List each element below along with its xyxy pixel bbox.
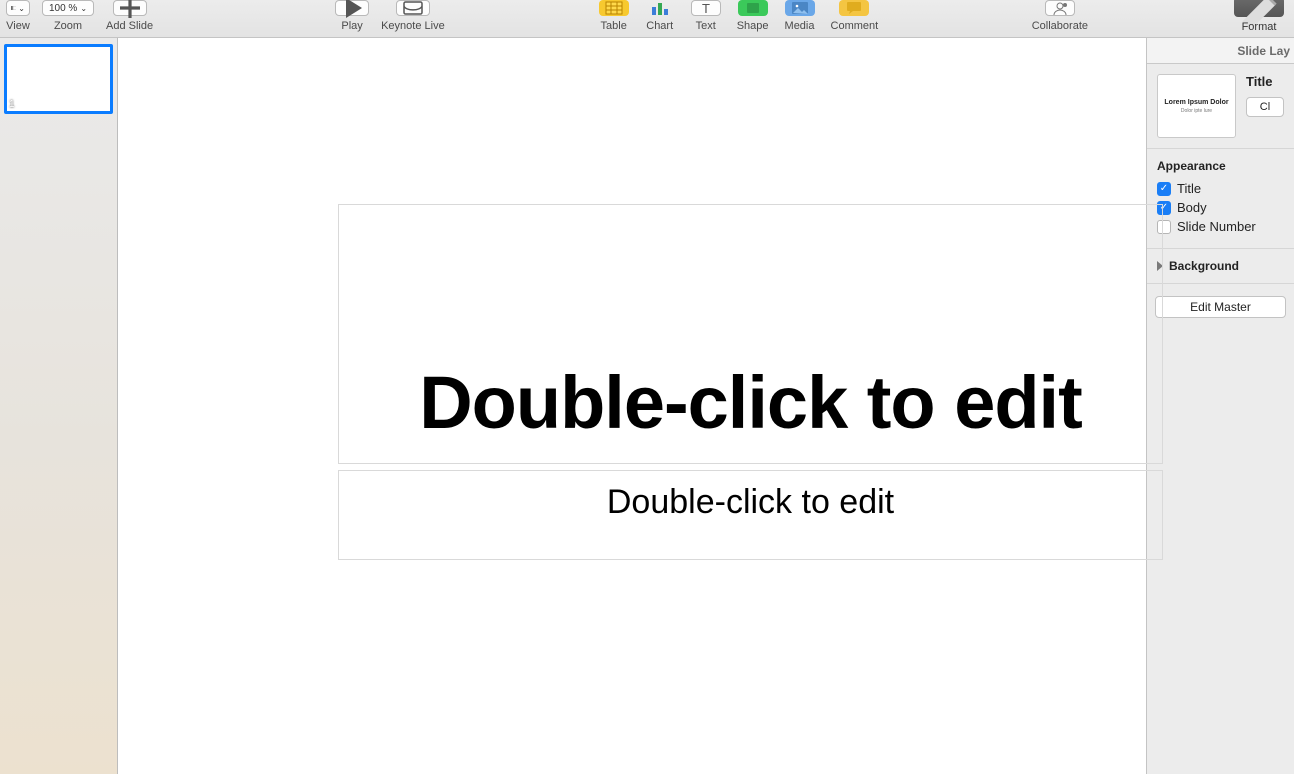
zoom-value: 100 % — [49, 3, 77, 14]
comment-icon — [845, 1, 863, 15]
format-group: Format — [1226, 0, 1294, 33]
slide-number-toggle-label: Slide Number — [1177, 219, 1256, 234]
appearance-header: Appearance — [1157, 159, 1284, 173]
body-placeholder[interactable]: Double-click to edit — [338, 470, 1163, 560]
keynote-live-button[interactable] — [396, 0, 430, 16]
toolbar: ⌄ View 100 % ⌄ Zoom Add Slide Play Keyno… — [0, 0, 1294, 38]
slide-thumbnail[interactable]: 1 — [4, 44, 113, 114]
format-button[interactable] — [1234, 0, 1284, 17]
slide: Double-click to edit Double-click to edi… — [218, 166, 1140, 686]
media-icon — [791, 1, 809, 15]
shape-icon — [744, 1, 762, 15]
slide-canvas[interactable]: Double-click to edit Double-click to edi… — [118, 38, 1146, 774]
master-section: Lorem Ipsum Dolor Dolor ipte lure Title … — [1147, 64, 1294, 149]
keynote-live-label: Keynote Live — [381, 20, 445, 32]
play-icon — [340, 0, 364, 20]
table-group: Table — [591, 0, 637, 32]
chart-icon — [651, 1, 669, 15]
svg-text:T: T — [702, 1, 710, 15]
zoom-dropdown[interactable]: 100 % ⌄ — [42, 0, 94, 16]
comment-button[interactable] — [839, 0, 869, 16]
title-toggle-row: Title — [1157, 181, 1284, 196]
view-button[interactable]: ⌄ — [6, 0, 30, 16]
view-label: View — [6, 20, 30, 32]
master-preview: Lorem Ipsum Dolor Dolor ipte lure — [1157, 74, 1236, 138]
zoom-label: Zoom — [54, 20, 82, 32]
title-placeholder-text: Double-click to edit — [419, 360, 1082, 445]
body-placeholder-text: Double-click to edit — [607, 483, 894, 522]
title-placeholder[interactable]: Double-click to edit — [338, 204, 1163, 464]
slide-navigator[interactable]: 1 — [0, 38, 118, 774]
chart-group: Chart — [637, 0, 683, 32]
slide-number: 1 — [9, 99, 15, 110]
play-button[interactable] — [335, 0, 369, 16]
inspector-tab-slide-layout[interactable]: Slide Lay — [1147, 38, 1294, 64]
comment-group: Comment — [823, 0, 887, 32]
keynote-live-group: Keynote Live — [375, 0, 451, 32]
main-area: 1 Double-click to edit Double-click to e… — [0, 38, 1294, 774]
collaborate-button[interactable] — [1045, 0, 1075, 16]
title-toggle-label: Title — [1177, 181, 1201, 196]
collaborate-label: Collaborate — [1032, 20, 1088, 32]
title-checkbox[interactable] — [1157, 182, 1171, 196]
view-icon — [11, 6, 16, 10]
shape-button[interactable] — [738, 0, 768, 16]
zoom-group: 100 % ⌄ Zoom — [36, 0, 100, 32]
add-slide-button[interactable] — [113, 0, 147, 16]
shape-group: Shape — [729, 0, 777, 32]
table-label: Table — [601, 20, 627, 32]
edit-master-button[interactable]: Edit Master — [1155, 296, 1286, 318]
shape-label: Shape — [737, 20, 769, 32]
format-label: Format — [1242, 21, 1277, 33]
change-master-button[interactable]: Cl — [1246, 97, 1284, 117]
chart-button[interactable] — [645, 0, 675, 16]
play-label: Play — [341, 20, 362, 32]
media-label: Media — [785, 20, 815, 32]
keynote-live-icon — [401, 0, 425, 17]
body-toggle-label: Body — [1177, 200, 1207, 215]
format-inspector: Slide Lay Lorem Ipsum Dolor Dolor ipte l… — [1146, 38, 1294, 774]
media-group: Media — [777, 0, 823, 32]
play-group: Play — [329, 0, 375, 32]
view-group: ⌄ View — [0, 0, 36, 32]
plus-icon — [118, 0, 142, 20]
collaborate-group: Collaborate — [1024, 0, 1096, 32]
body-toggle-row: Body — [1157, 200, 1284, 215]
background-row[interactable]: Background — [1147, 249, 1294, 284]
appearance-section: Appearance Title Body Slide Number — [1147, 149, 1294, 249]
text-icon: T — [697, 1, 715, 15]
text-label: Text — [696, 20, 716, 32]
add-slide-label: Add Slide — [106, 20, 153, 32]
table-button[interactable] — [599, 0, 629, 16]
table-icon — [605, 1, 623, 15]
collaborate-icon — [1051, 1, 1069, 15]
add-slide-group: Add Slide — [100, 0, 159, 32]
media-button[interactable] — [785, 0, 815, 16]
background-label: Background — [1169, 259, 1239, 273]
comment-label: Comment — [831, 20, 879, 32]
master-name: Title — [1246, 74, 1284, 89]
text-button[interactable]: T — [691, 0, 721, 16]
chart-label: Chart — [646, 20, 673, 32]
text-group: T Text — [683, 0, 729, 32]
slide-number-toggle-row: Slide Number — [1157, 219, 1284, 234]
